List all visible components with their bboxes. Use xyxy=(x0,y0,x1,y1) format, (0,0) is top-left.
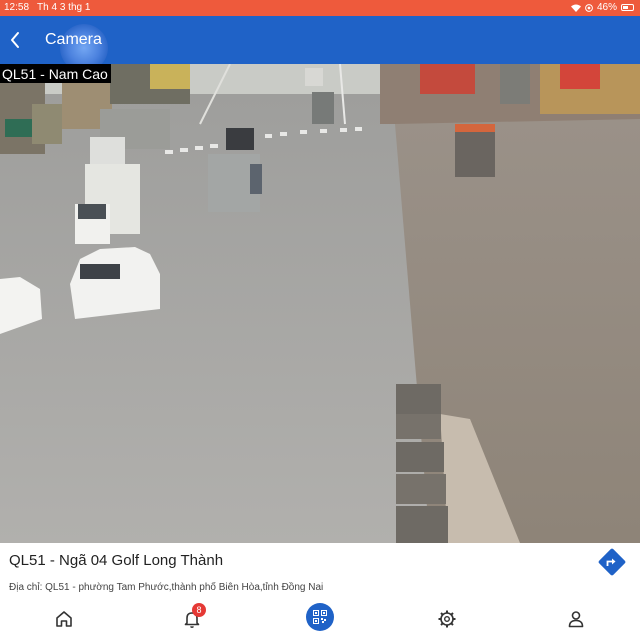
battery-icon xyxy=(621,4,634,11)
wifi-icon xyxy=(570,4,581,12)
status-left: 12:58 Th 4 3 thg 1 xyxy=(4,2,98,13)
camera-feed[interactable]: QL51 - Nam Cao xyxy=(0,64,640,543)
camera-name: QL51 - Ngã 04 Golf Long Thành xyxy=(9,552,224,569)
back-button[interactable] xyxy=(4,26,32,54)
status-time: 12:58 xyxy=(4,2,30,13)
notification-badge: 8 xyxy=(192,603,206,617)
gear-icon[interactable] xyxy=(436,608,458,630)
person-icon[interactable] xyxy=(565,608,587,630)
qr-scan-button[interactable] xyxy=(306,603,334,631)
status-date: Th 4 3 thg 1 xyxy=(37,2,91,13)
camera-info-panel: QL51 - Ngã 04 Golf Long Thành Địa chỉ: Q… xyxy=(0,543,640,598)
camera-address: Địa chỉ: QL51 - phường Tam Phước,thành p… xyxy=(9,582,324,593)
app-bar: Camera xyxy=(0,16,640,72)
camera-overlay-label: QL51 - Nam Cao xyxy=(0,64,111,83)
location-icon xyxy=(585,3,593,12)
page-title: Camera xyxy=(45,31,102,48)
battery-percent: 46% xyxy=(596,2,617,13)
camera-image xyxy=(0,64,640,543)
directions-icon[interactable] xyxy=(597,547,627,577)
status-right: 46% xyxy=(570,2,634,13)
status-bar: 12:58 Th 4 3 thg 1 46% xyxy=(0,0,640,16)
home-icon[interactable] xyxy=(53,608,75,630)
qr-code-icon xyxy=(313,610,327,624)
